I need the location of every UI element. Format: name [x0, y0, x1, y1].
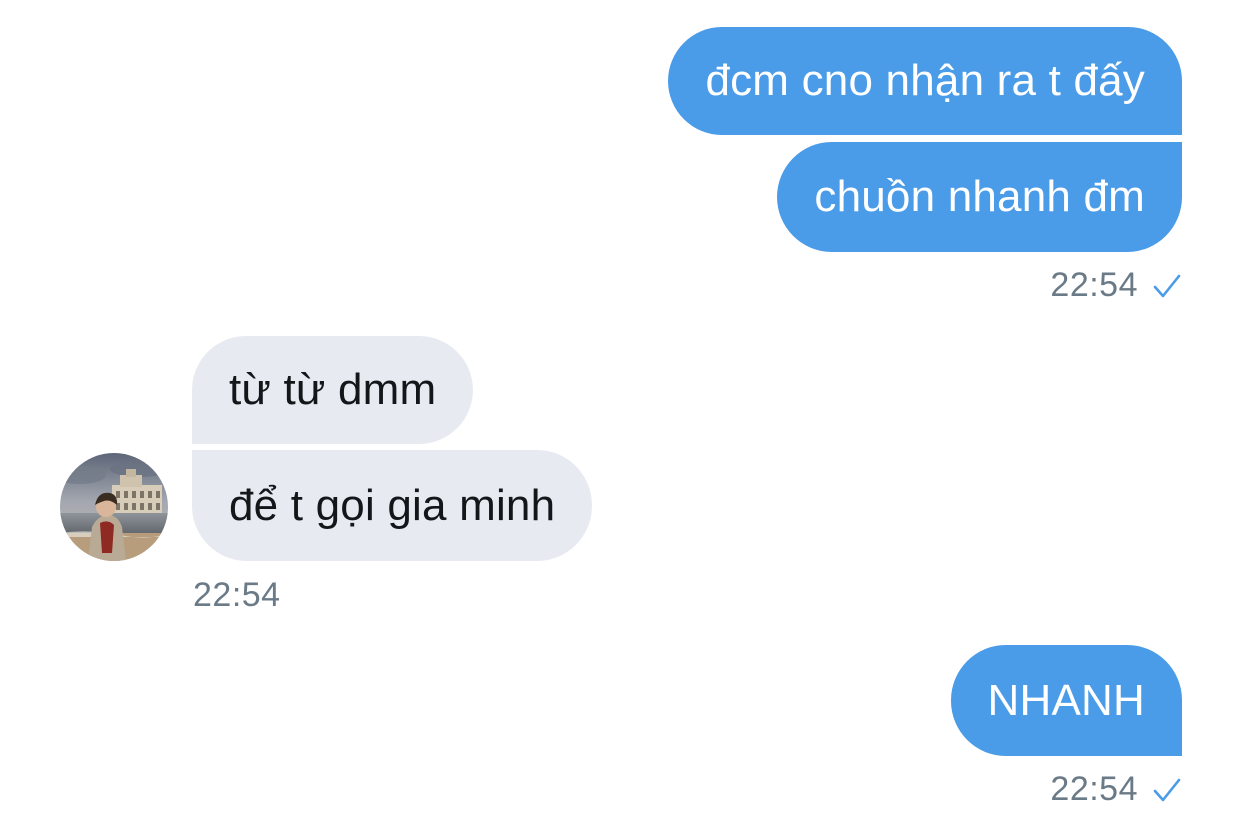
- message-bubble-outgoing[interactable]: đcm cno nhận ra t đấy: [668, 27, 1182, 135]
- message-meta: 22:54: [193, 576, 281, 615]
- message-bubble-incoming[interactable]: từ từ dmm: [192, 336, 474, 444]
- message-bubble-incoming[interactable]: để t gọi gia minh: [192, 450, 593, 561]
- message-timestamp: 22:54: [193, 576, 281, 614]
- message-text: chuồn nhanh đm: [814, 172, 1145, 221]
- message-text: đcm cno nhận ra t đấy: [705, 56, 1145, 105]
- message-meta: 22:54: [1050, 266, 1182, 305]
- message-text: từ từ dmm: [229, 365, 437, 414]
- message-bubble-outgoing[interactable]: NHANH: [950, 645, 1182, 756]
- message-timestamp: 22:54: [1050, 770, 1138, 808]
- avatar[interactable]: [60, 453, 168, 561]
- message-bubble-outgoing[interactable]: chuồn nhanh đm: [777, 142, 1182, 252]
- checkmark-icon: [1153, 274, 1181, 297]
- user-avatar-photo: [60, 453, 168, 561]
- message-text: để t gọi gia minh: [229, 480, 556, 530]
- message-timestamp: 22:54: [1050, 266, 1138, 304]
- message-meta: 22:54: [1050, 770, 1182, 809]
- message-text: NHANH: [987, 675, 1145, 725]
- checkmark-icon: [1153, 778, 1181, 801]
